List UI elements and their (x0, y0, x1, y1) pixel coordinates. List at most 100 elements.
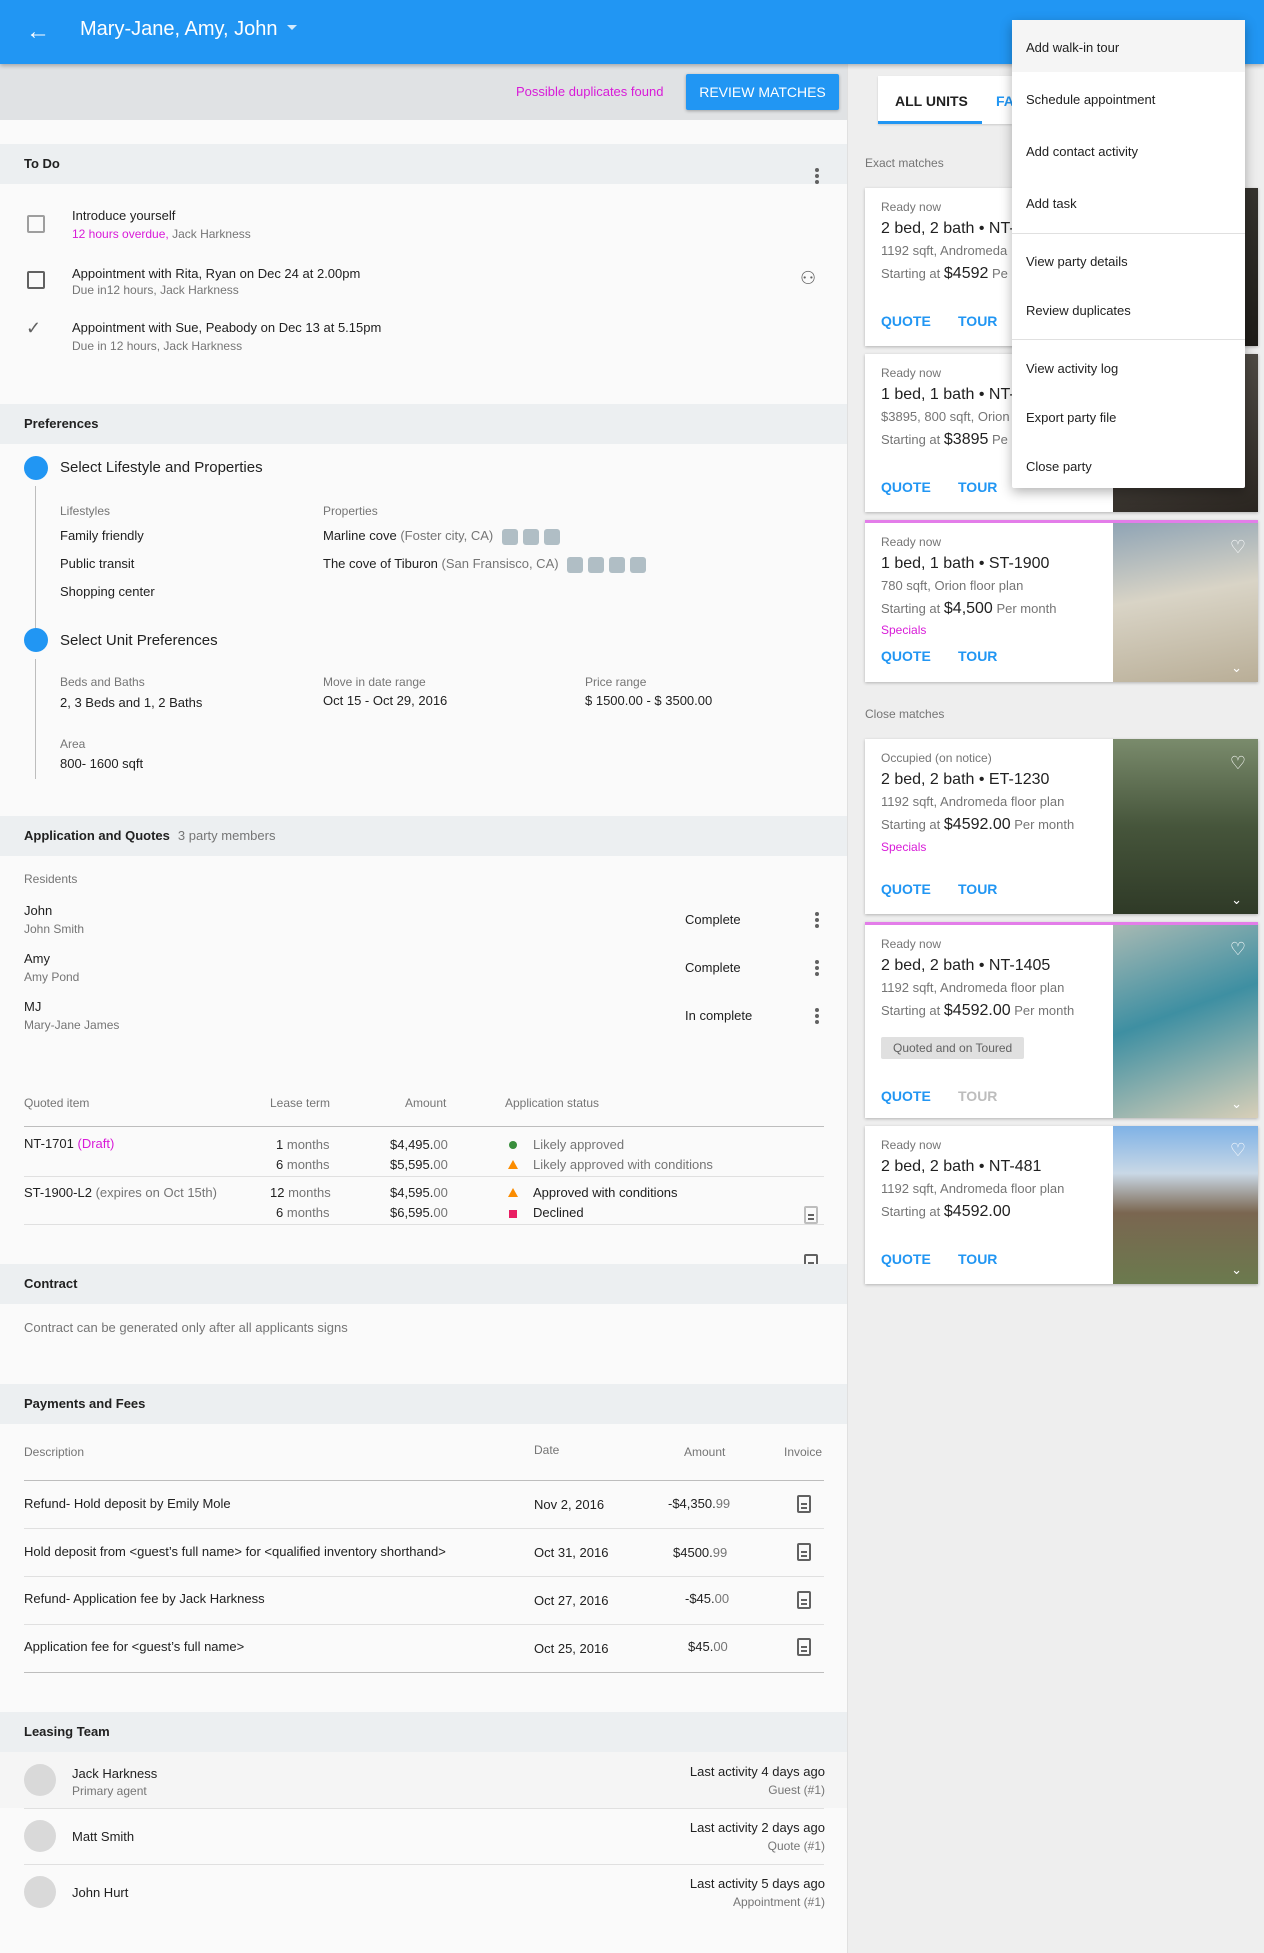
invoice-icon[interactable] (797, 1591, 811, 1609)
invoice-icon[interactable] (797, 1638, 811, 1656)
payments-title: Payments and Fees (24, 1396, 146, 1411)
tour-button[interactable]: TOUR (958, 1088, 997, 1104)
invoice-icon[interactable] (797, 1543, 811, 1561)
resident-more-icon[interactable] (815, 960, 819, 978)
team-activity: Last activity 2 days ago (689, 1820, 825, 1835)
tab-all-units[interactable]: ALL UNITS (895, 93, 968, 109)
review-matches-button[interactable]: REVIEW MATCHES (686, 74, 839, 110)
unit-code: NT-1405 (988, 957, 1051, 974)
tour-button[interactable]: TOUR (958, 648, 997, 664)
quote-button[interactable]: QUOTE (881, 313, 931, 329)
unit-photo: ♡ ⌄ (1113, 925, 1258, 1118)
resident-fullname: Mary-Jane James (24, 1018, 120, 1032)
application-status: Likely approved with conditions (533, 1157, 713, 1172)
unit-card[interactable]: Ready now 1 bed, 1 bath • ST-1900 780 sq… (865, 520, 1258, 682)
todo-item-title: Appointment with Sue, Peabody on Dec 13 … (72, 320, 382, 335)
chevron-down-icon[interactable]: ⌄ (1231, 1096, 1242, 1112)
unit-card[interactable]: Ready now 2 bed, 2 bath • NT-481 1192 sq… (865, 1126, 1258, 1284)
resident-more-icon[interactable] (815, 912, 819, 930)
unit-name: 2 bed, 2 bath • NT-481 (881, 1158, 1042, 1175)
menu-item-review-duplicates[interactable]: Review duplicates (1026, 303, 1131, 318)
chevron-down-icon[interactable]: ⌄ (1231, 660, 1242, 676)
unit-status: Ready now (881, 1138, 942, 1152)
todo-more-icon[interactable] (815, 168, 819, 186)
team-member-name[interactable]: Matt Smith (72, 1829, 134, 1844)
quote-amount: $4,595. (390, 1185, 434, 1200)
quote-button[interactable]: QUOTE (881, 1088, 931, 1104)
todo-checkmark-icon[interactable]: ✓ (26, 318, 41, 339)
todo-checkbox[interactable] (27, 271, 45, 289)
tour-button[interactable]: TOUR (958, 313, 997, 329)
price-prefix: Starting at (881, 432, 941, 447)
price-suffix: Per month (1014, 817, 1075, 832)
resident-name: MJ (24, 999, 42, 1014)
menu-item-add-walk-in-tour[interactable]: Add walk-in tour (1026, 40, 1119, 55)
payment-description: Refund- Application fee by Jack Harkness (24, 1591, 265, 1606)
menu-item-close-party[interactable]: Close party (1026, 459, 1092, 474)
team-member-name[interactable]: Jack Harkness (72, 1766, 157, 1781)
unit-card[interactable]: Occupied (on notice) 2 bed, 2 bath • ET-… (865, 739, 1258, 914)
menu-divider (1012, 233, 1245, 234)
people-swap-icon[interactable]: ⚇ (800, 268, 816, 289)
unit-plan: $3895, 800 sqft, Orion (881, 409, 1010, 424)
quote-item[interactable]: NT-1701 (Draft) (24, 1136, 114, 1151)
invoice-icon[interactable] (797, 1495, 811, 1513)
quote-button[interactable]: QUOTE (881, 881, 931, 897)
team-member-name[interactable]: John Hurt (72, 1885, 128, 1900)
quote-button[interactable]: QUOTE (881, 479, 931, 495)
unit-card[interactable]: Ready now 2 bed, 2 bath • NT-1405 1192 s… (865, 922, 1258, 1118)
favorite-heart-icon[interactable]: ♡ (1230, 939, 1246, 960)
export-doc-icon[interactable] (804, 1206, 818, 1224)
unit-name: 2 bed, 2 bath • NT- (881, 220, 1015, 237)
menu-item-add-task[interactable]: Add task (1026, 196, 1077, 211)
payment-amount: $45. (688, 1639, 714, 1654)
menu-item-add-contact-activity[interactable]: Add contact activity (1026, 144, 1138, 159)
unit-beds: 2 bed, 2 bath (881, 957, 975, 974)
payment-description: Hold deposit from <guest’s full name> fo… (24, 1544, 446, 1559)
duplicates-banner: Possible duplicates found REVIEW MATCHES (0, 64, 847, 120)
favorite-heart-icon[interactable]: ♡ (1230, 753, 1246, 774)
unit-status: Ready now (881, 937, 942, 951)
lifestyle-step-title[interactable]: Select Lifestyle and Properties (60, 459, 263, 476)
step-bullet (24, 456, 48, 480)
divider (24, 1808, 824, 1809)
quote-item[interactable]: ST-1900-L2 (expires on Oct 15th) (24, 1185, 217, 1200)
approved-status-dot (509, 1141, 517, 1149)
step-bullet (24, 628, 48, 652)
unit-photo: ♡ ⌄ (1113, 739, 1258, 914)
menu-item-schedule-appointment[interactable]: Schedule appointment (1026, 92, 1155, 107)
unit-code: ST-1900 (988, 555, 1050, 572)
party-title[interactable]: Mary-Jane, Amy, John (80, 18, 277, 41)
resident-more-icon[interactable] (815, 1008, 819, 1026)
favorite-heart-icon[interactable]: ♡ (1230, 1140, 1246, 1161)
team-activity: Last activity 5 days ago (689, 1876, 825, 1891)
pet-paw-icon (630, 556, 647, 573)
tour-button[interactable]: TOUR (958, 1251, 997, 1267)
todo-checkbox[interactable] (27, 215, 45, 233)
quote-button[interactable]: QUOTE (881, 648, 931, 664)
menu-item-view-activity-log[interactable]: View activity log (1026, 361, 1118, 376)
price-suffix: Per month (996, 601, 1057, 616)
title-dropdown-icon[interactable] (287, 25, 297, 30)
team-activity-detail: Appointment (#1) (732, 1895, 825, 1909)
menu-item-view-party-details[interactable]: View party details (1026, 254, 1128, 269)
unit-name: 2 bed, 2 bath • ET-1230 (881, 771, 1050, 788)
chevron-down-icon[interactable]: ⌄ (1231, 892, 1242, 908)
unit-step-title[interactable]: Select Unit Preferences (60, 632, 218, 649)
favorite-heart-icon[interactable]: ♡ (1230, 537, 1246, 558)
unit-plan: 780 sqft, Orion floor plan (881, 578, 1024, 593)
menu-item-export-party-file[interactable]: Export party file (1026, 410, 1116, 425)
price-value: $4592.00 (943, 1203, 1011, 1220)
payment-amount: $4500. (673, 1545, 713, 1560)
lifestyle-item: Family friendly (60, 528, 144, 543)
quote-button[interactable]: QUOTE (881, 1251, 931, 1267)
tour-button[interactable]: TOUR (958, 881, 997, 897)
unit-name: 2 bed, 2 bath • NT-1405 (881, 957, 1051, 974)
price-value: $4592.00 (943, 1002, 1011, 1019)
back-arrow-icon[interactable]: ← (26, 20, 50, 44)
leasing-team-header: Leasing Team (0, 1712, 847, 1752)
tour-button[interactable]: TOUR (958, 479, 997, 495)
chevron-down-icon[interactable]: ⌄ (1231, 1262, 1242, 1278)
quote-note: (Draft) (77, 1136, 115, 1151)
close-matches-label: Close matches (865, 707, 945, 721)
